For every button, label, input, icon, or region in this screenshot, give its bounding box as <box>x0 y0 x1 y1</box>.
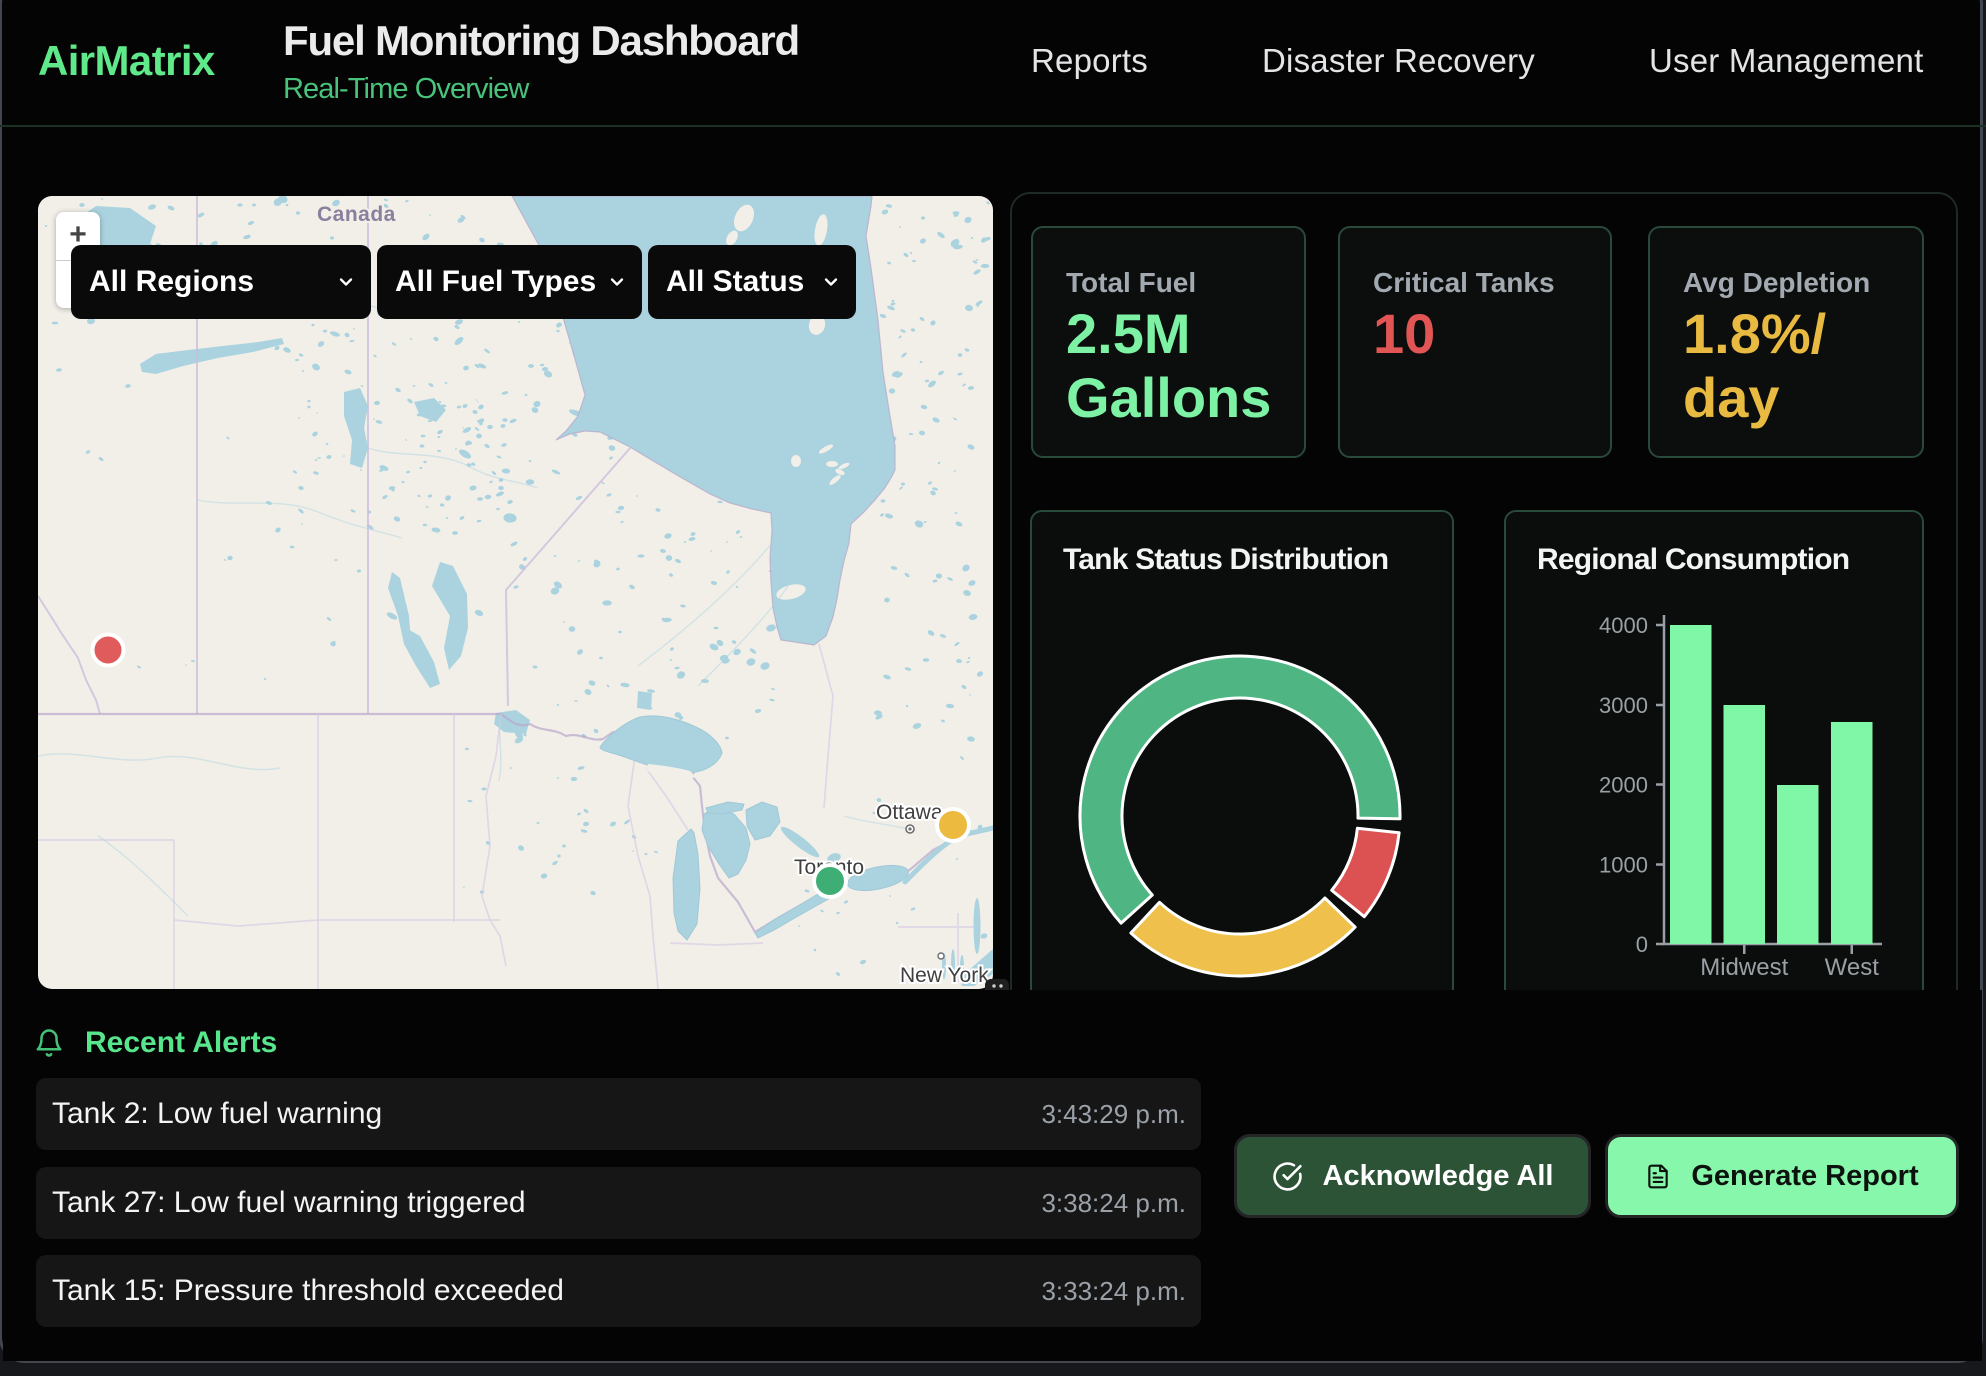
svg-text:3000: 3000 <box>1599 693 1648 718</box>
svg-text:West: West <box>1825 954 1880 981</box>
svg-text:4000: 4000 <box>1599 613 1648 638</box>
svg-text:0: 0 <box>1636 932 1648 957</box>
svg-text:2000: 2000 <box>1599 773 1648 798</box>
svg-text:Midwest: Midwest <box>1700 954 1788 981</box>
svg-text:1000: 1000 <box>1599 853 1648 878</box>
